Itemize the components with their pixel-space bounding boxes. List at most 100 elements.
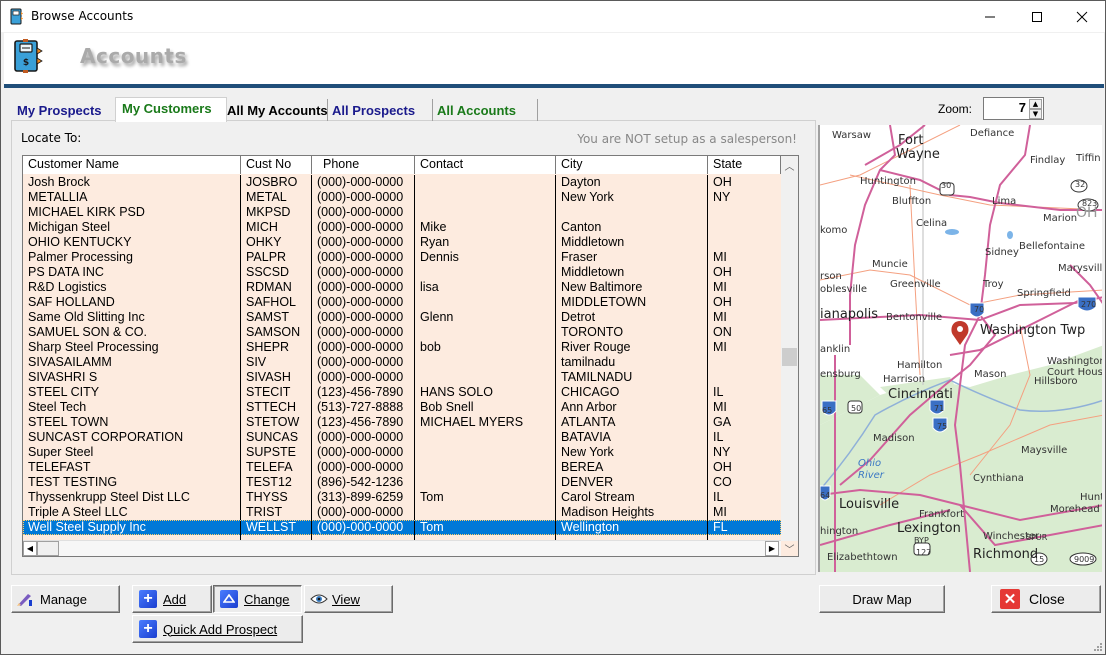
- cell-customer-name: STEEL CITY: [23, 385, 241, 400]
- map-label: Frankfort: [919, 509, 965, 520]
- table-row[interactable]: SAF HOLLAND SAFHOL (000)-000-0000 MIDDLETOW…: [23, 295, 781, 310]
- scroll-left-button[interactable]: ◀: [23, 541, 37, 556]
- cell-phone: (000)-000-0000: [312, 445, 415, 460]
- cell-state: [708, 220, 781, 235]
- table-row[interactable]: Michigan Steel MICH (000)-000-0000 Mike Cant…: [23, 220, 781, 235]
- column-header-customer-name[interactable]: Customer Name: [23, 156, 241, 174]
- table-row[interactable]: TEST TESTING TEST12 (896)-542-1236 DENVER CO: [23, 475, 781, 490]
- quick-add-prospect-button[interactable]: + Quick Add Prospect: [132, 615, 303, 643]
- table-row[interactable]: SUNCAST CORPORATION SUNCAS (000)-000-0000 B…: [23, 430, 781, 445]
- change-button[interactable]: Change: [213, 585, 302, 613]
- filler-cell: [415, 528, 556, 540]
- table-row[interactable]: Same Old Slitting Inc SAMST (000)-000-0000…: [23, 310, 781, 325]
- cell-contact: lisa: [415, 280, 556, 295]
- zoom-value[interactable]: 7: [1019, 100, 1026, 115]
- table-row[interactable]: Steel Tech STTECH (513)-727-8888 Bob Snell A…: [23, 400, 781, 415]
- column-header-cust-no[interactable]: Cust No: [241, 156, 312, 174]
- cell-state: NY: [713, 190, 731, 204]
- table-row[interactable]: Palmer Processing PALPR (000)-000-0000 Denn…: [23, 250, 781, 265]
- column-header-contact[interactable]: Contact: [415, 156, 556, 174]
- cell-cust-no: SAMST: [241, 310, 312, 325]
- table-row[interactable]: SIVASHRI S SIVASH (000)-000-0000 TAMILNADU: [23, 370, 781, 385]
- tab-all-my-accounts[interactable]: All My Accounts: [221, 99, 328, 121]
- maximize-button[interactable]: [1014, 1, 1060, 32]
- scroll-down-button[interactable]: ﹀: [781, 540, 798, 556]
- column-header-city[interactable]: City: [556, 156, 708, 174]
- table-row[interactable]: Triple A Steel LLC TRIST (000)-000-0000 Mad…: [23, 505, 781, 520]
- cell-phone: (123)-456-7890: [312, 385, 415, 400]
- draw-map-label: Draw Map: [852, 591, 912, 607]
- cell-state: OH: [713, 460, 732, 474]
- map-label: Cynthiana: [973, 473, 1024, 484]
- cell-cust-no: MICH: [241, 220, 312, 235]
- cell-phone: (000)-000-0000: [312, 430, 415, 445]
- cell-city: TAMILNADU: [556, 370, 708, 385]
- map-label: Hamilton: [897, 360, 943, 371]
- resize-grip-icon[interactable]: [1092, 641, 1102, 651]
- cell-phone: (000)-000-0000: [312, 505, 415, 520]
- cell-state: MI: [713, 340, 727, 354]
- table-row[interactable]: SIVASAILAMM SIV (000)-000-0000 tamilnadu: [23, 355, 781, 370]
- zoom-up-button[interactable]: ▲: [1029, 99, 1042, 109]
- table-row[interactable]: Super Steel SUPSTE (000)-000-0000 New York N…: [23, 445, 781, 460]
- map-label: BYP: [914, 536, 929, 545]
- table-row[interactable]: Thyssenkrupp Steel Dist LLC THYSS (313)-89…: [23, 490, 781, 505]
- table-row[interactable]: TELEFAST TELEFA (000)-000-0000 BEREA OH: [23, 460, 781, 475]
- scroll-right-button[interactable]: ▶: [765, 541, 779, 556]
- eye-icon: [310, 594, 328, 604]
- draw-map-button[interactable]: Draw Map: [819, 585, 945, 613]
- table-row[interactable]: STEEL CITY STECIT (123)-456-7890 HANS SOLO C…: [23, 385, 781, 400]
- cell-state: MI: [713, 310, 727, 324]
- table-row[interactable]: SAMUEL SON & CO. SAMSON (000)-000-0000 TORO…: [23, 325, 781, 340]
- table-row[interactable]: MICHAEL KIRK PSD MKPSD (000)-000-0000: [23, 205, 781, 220]
- cell-contact: [415, 325, 556, 340]
- column-header-phone[interactable]: Phone: [312, 156, 415, 174]
- tab-all-accounts[interactable]: All Accounts: [431, 99, 538, 121]
- map-label: Marion: [1043, 213, 1078, 224]
- view-button[interactable]: View: [304, 585, 393, 613]
- pen-hand-icon: [17, 594, 32, 606]
- zoom-down-button[interactable]: ▼: [1029, 109, 1042, 119]
- vertical-scrollbar[interactable]: ︿: [781, 156, 798, 541]
- cell-city: MIDDLETOWN: [556, 295, 708, 310]
- horizontal-scrollbar[interactable]: ◀ ▶: [23, 540, 781, 556]
- cell-phone: (000)-000-0000: [312, 220, 415, 235]
- map-label: Lima: [992, 196, 1017, 207]
- horizontal-scroll-thumb[interactable]: [37, 541, 59, 556]
- cell-cust-no: METAL: [241, 190, 312, 205]
- map-label: Elizabethtown: [827, 552, 898, 563]
- scroll-up-button[interactable]: ︿: [781, 157, 798, 174]
- minimize-button[interactable]: [967, 1, 1013, 32]
- minimize-icon: [985, 16, 995, 17]
- table-row[interactable]: STEEL TOWN STETOW (123)-456-7890 MICHAEL MY…: [23, 415, 781, 430]
- table-row[interactable]: METALLIA METAL (000)-000-0000 New York NY: [23, 190, 781, 205]
- table-row[interactable]: OHIO KENTUCKY OHKY (000)-000-0000 Ryan Middl…: [23, 235, 781, 250]
- table-row[interactable]: Josh Brock JOSBRO (000)-000-0000 Dayton OH: [23, 175, 781, 190]
- tab-all-prospects[interactable]: All Prospects: [326, 99, 433, 121]
- cell-state: IL: [713, 430, 724, 444]
- map-label: 71: [934, 404, 945, 413]
- cell-phone: (000)-000-0000: [312, 370, 415, 385]
- add-button[interactable]: + Add: [132, 585, 212, 613]
- table-row[interactable]: R&D Logistics RDMAN (000)-000-0000 lisa New …: [23, 280, 781, 295]
- table-row[interactable]: PS DATA INC SSCSD (000)-000-0000 Middletown…: [23, 265, 781, 280]
- tab-my-customers[interactable]: My Customers: [115, 97, 227, 122]
- cell-contact: [415, 265, 556, 280]
- cell-phone: (513)-727-8888: [312, 400, 415, 415]
- cell-city: Detrot: [556, 310, 708, 325]
- map-view[interactable]: Warsaw Fort Wayne Defiance Findlay Tiffin Hunt…: [818, 125, 1102, 572]
- close-button[interactable]: ✕ Close: [991, 585, 1101, 613]
- tab-my-prospects[interactable]: My Prospects: [11, 99, 116, 121]
- zoom-spinner[interactable]: 7 ▲ ▼: [983, 97, 1044, 120]
- change-label: Change: [244, 591, 290, 607]
- cell-cust-no: SSCSD: [241, 265, 312, 280]
- vertical-scroll-thumb[interactable]: [782, 348, 797, 366]
- cell-contact: [415, 430, 556, 445]
- table-row[interactable]: Sharp Steel Processing SHEPR (000)-000-000…: [23, 340, 781, 355]
- column-header-state[interactable]: State: [708, 156, 781, 174]
- manage-button[interactable]: Manage: [11, 585, 120, 613]
- filler-cell: [241, 528, 312, 540]
- close-window-button[interactable]: [1059, 1, 1105, 32]
- window-title: Browse Accounts: [31, 9, 134, 23]
- map-label: 270: [1081, 300, 1097, 309]
